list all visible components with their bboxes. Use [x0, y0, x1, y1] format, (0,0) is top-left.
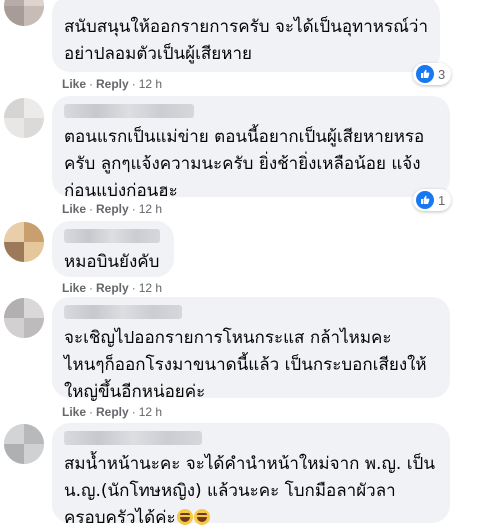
reaction-count[interactable]: 1 [413, 189, 452, 211]
comment-time[interactable]: 12 h [139, 405, 162, 419]
comment-text: สนับสนุนให้ออกรายการครับ จะได้เป็นอุทาหร… [64, 17, 428, 64]
reaction-count[interactable]: 3 [413, 63, 452, 85]
thumbs-up-icon [416, 65, 434, 83]
comment-time[interactable]: 12 h [139, 202, 162, 216]
comment-actions: Like · Reply · 12 h [62, 281, 163, 295]
comment-text: สมน้ำหน้านะคะ จะได้คำนำหน้าใหม่จาก พ.ญ. … [64, 451, 438, 531]
avatar[interactable] [4, 298, 44, 338]
comment-time[interactable]: 12 h [139, 77, 162, 91]
comment-time[interactable]: 12 h [139, 281, 162, 295]
comment-text: จะเชิญไปออกรายการโหนกระแส กล้าไหมคะ ไหนๆ… [64, 328, 427, 402]
laughing-emoji-icon [176, 509, 193, 525]
thumbs-up-icon [416, 191, 434, 209]
comment-bubble: จะเชิญไปออกรายการโหนกระแส กล้าไหมคะ ไหนๆ… [52, 297, 450, 402]
avatar[interactable] [4, 222, 44, 262]
comment-text: หมอบินยังคับ [64, 252, 160, 272]
comment-bubble: หมอบินยังคับ [52, 221, 174, 277]
comment-bubble: สนับสนุนให้ออกรายการครับ จะได้เป็นอุทาหร… [52, 0, 440, 72]
reply-button[interactable]: Reply [96, 77, 129, 91]
reaction-number: 3 [438, 66, 446, 82]
avatar[interactable] [4, 98, 44, 138]
author-name-blurred[interactable] [64, 431, 202, 445]
comment-bubble: สมน้ำหน้านะคะ จะได้คำนำหน้าใหม่จาก พ.ญ. … [52, 423, 450, 528]
comment-actions: Like · Reply · 12 h [62, 77, 163, 91]
like-button[interactable]: Like [62, 77, 86, 91]
reaction-number: 1 [438, 192, 446, 208]
like-button[interactable]: Like [62, 405, 86, 419]
avatar[interactable] [4, 424, 44, 464]
author-name-blurred[interactable] [64, 305, 182, 319]
comment-text-content: สมน้ำหน้านะคะ จะได้คำนำหน้าใหม่จาก พ.ญ. … [64, 454, 435, 528]
reply-button[interactable]: Reply [96, 202, 129, 216]
laughing-emoji-icon [193, 509, 210, 525]
comment-bubble: ตอนแรกเป็นแม่ข่าย ตอนนี้อยากเป็นผู้เสียห… [52, 96, 450, 201]
comment-actions: Like · Reply · 12 h [62, 405, 163, 419]
reply-button[interactable]: Reply [96, 405, 129, 419]
author-name-blurred[interactable] [64, 229, 160, 243]
author-name-blurred[interactable] [64, 104, 194, 118]
reply-button[interactable]: Reply [96, 281, 129, 295]
avatar[interactable] [4, 0, 44, 26]
comment-actions: Like · Reply · 12 h [62, 202, 163, 216]
like-button[interactable]: Like [62, 202, 86, 216]
comment-text: ตอนแรกเป็นแม่ข่าย ตอนนี้อยากเป็นผู้เสียห… [64, 127, 425, 201]
like-button[interactable]: Like [62, 281, 86, 295]
